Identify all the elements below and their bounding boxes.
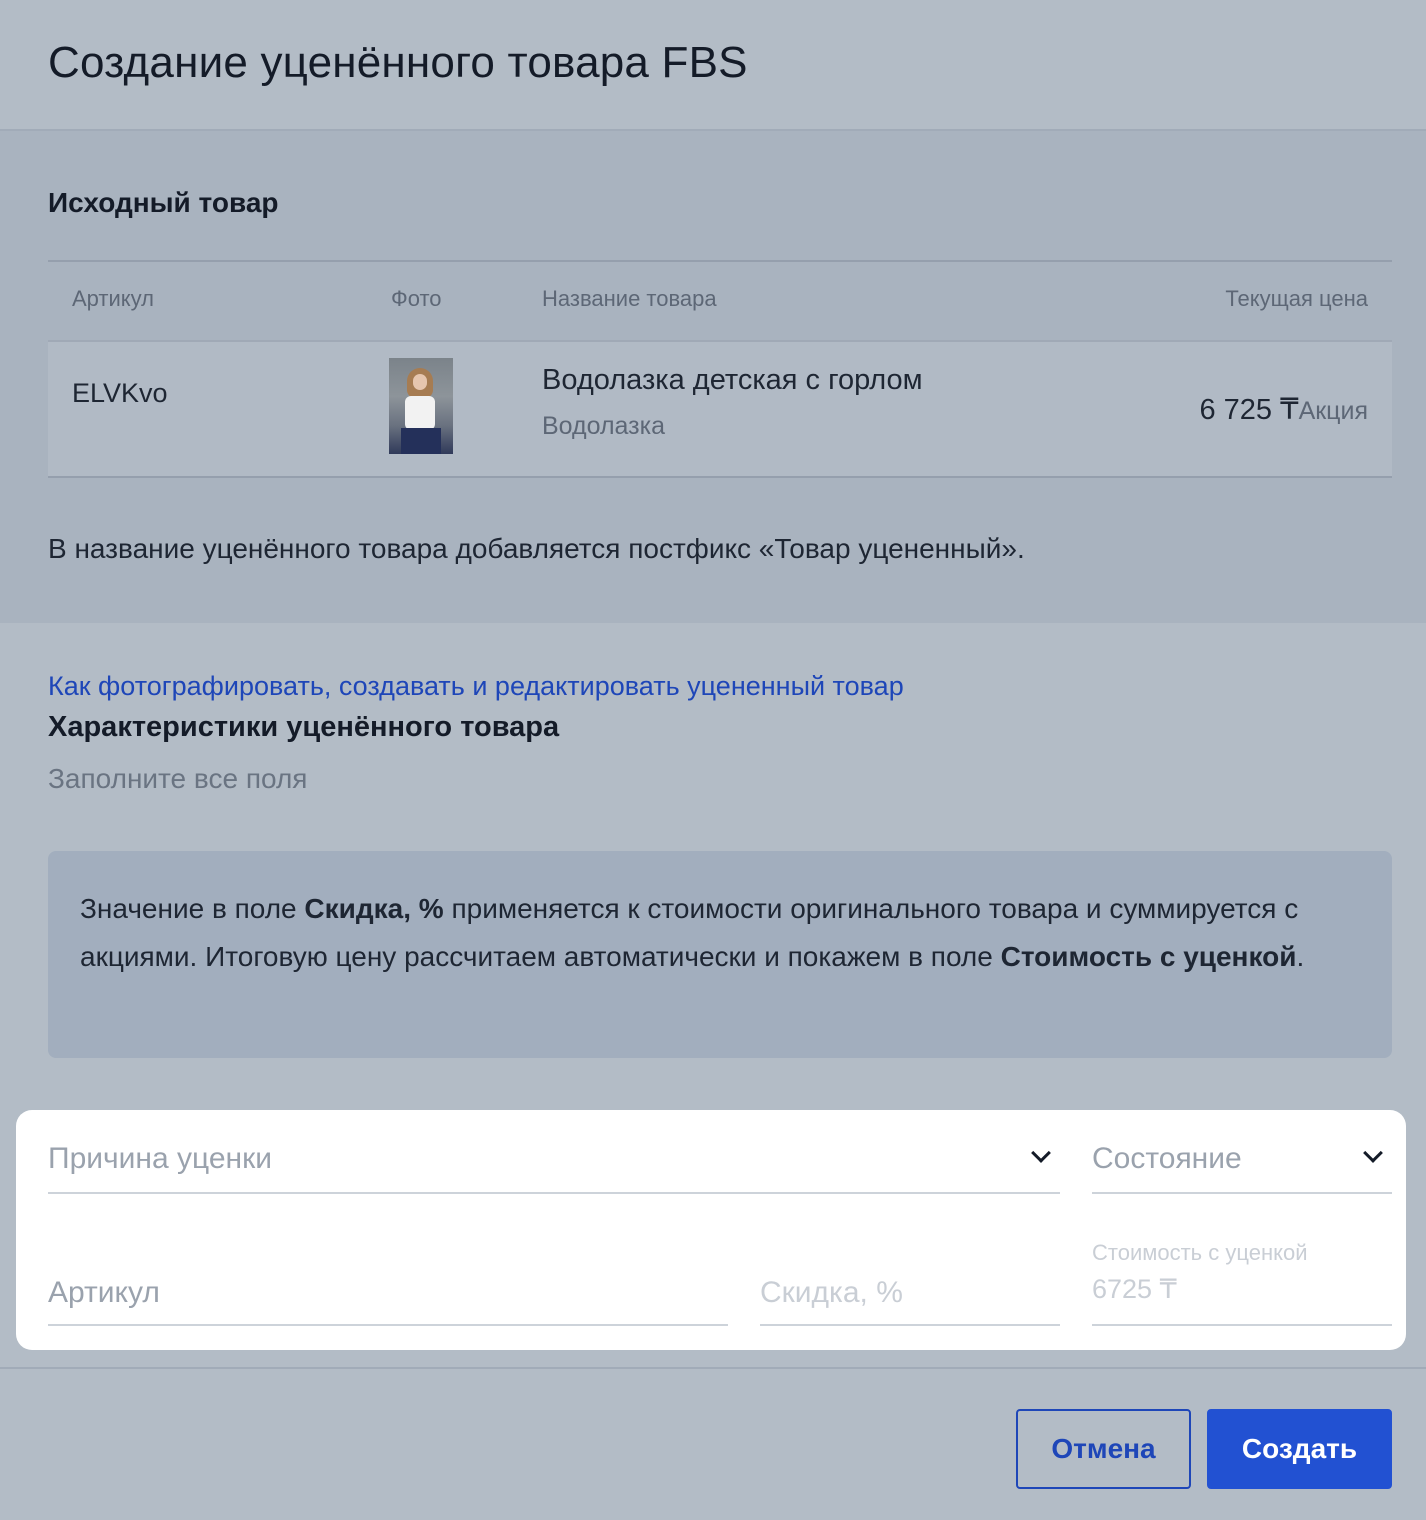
reason-select[interactable]: Причина уценки [48, 1130, 1060, 1194]
table-row: ELVKvo Водолазка детская с горлом Водола… [48, 340, 1392, 478]
column-price: Текущая цена [1225, 286, 1368, 311]
column-sku: Артикул [72, 286, 155, 311]
create-button[interactable]: Создать [1207, 1409, 1392, 1489]
discount-form: Причина уценки Состояние Артикул Скидка,… [16, 1110, 1406, 1350]
promo-tag: Акция [1298, 397, 1368, 425]
discount-input[interactable]: Скидка, % [760, 1262, 1060, 1326]
source-section-title: Исходный товар [48, 187, 279, 218]
characteristics-title: Характеристики уценённого товара [48, 711, 560, 743]
modal: Создание уценённого товара FBS Исходный … [0, 0, 1426, 1520]
column-name: Название товара [542, 286, 717, 311]
chevron-down-icon [1031, 1143, 1051, 1163]
condition-select[interactable]: Состояние [1092, 1130, 1392, 1194]
discounted-price-field: Стоимость с уценкой 6725 ₸ [1092, 1240, 1392, 1326]
condition-placeholder: Состояние [1092, 1142, 1242, 1175]
reason-placeholder: Причина уценки [48, 1142, 272, 1175]
chevron-down-icon [1363, 1143, 1383, 1163]
product-photo [389, 358, 453, 454]
help-link[interactable]: Как фотографировать, создавать и редакти… [48, 671, 904, 702]
discounted-price-label: Стоимость с уценкой [1092, 1240, 1308, 1265]
product-sku: ELVKvo [72, 378, 168, 408]
info-bold-discount: Скидка, % [304, 893, 444, 924]
product-type: Водолазка [542, 412, 666, 440]
sku-placeholder: Артикул [48, 1276, 160, 1309]
discounted-price-value: 6725 ₸ [1092, 1274, 1177, 1304]
modal-footer: Отмена Создать [0, 1367, 1426, 1520]
info-bold-discounted-price: Стоимость с уценкой [1000, 941, 1297, 972]
modal-header: Создание уценённого товара FBS [0, 0, 1426, 131]
fill-all-fields-note: Заполните все поля [48, 763, 308, 794]
source-product-section: Исходный товар Артикул Фото Название тов… [0, 131, 1426, 623]
cancel-button[interactable]: Отмена [1016, 1409, 1191, 1489]
price-value: 6 725 ₸ [1199, 394, 1299, 426]
table-header: Артикул Фото Название товара Текущая цен… [48, 260, 1392, 340]
column-photo: Фото [391, 286, 442, 311]
modal-title: Создание уценённого товара FBS [48, 38, 748, 87]
product-name: Водолазка детская с горлом [542, 364, 923, 396]
discount-info-box: Значение в поле Скидка, % применяется к … [48, 851, 1392, 1058]
sku-input[interactable]: Артикул [48, 1262, 728, 1326]
product-price: 6 725 ₸Акция [1199, 392, 1368, 427]
postfix-note: В название уценённого товара добавляется… [48, 533, 1025, 564]
discount-placeholder: Скидка, % [760, 1276, 903, 1309]
